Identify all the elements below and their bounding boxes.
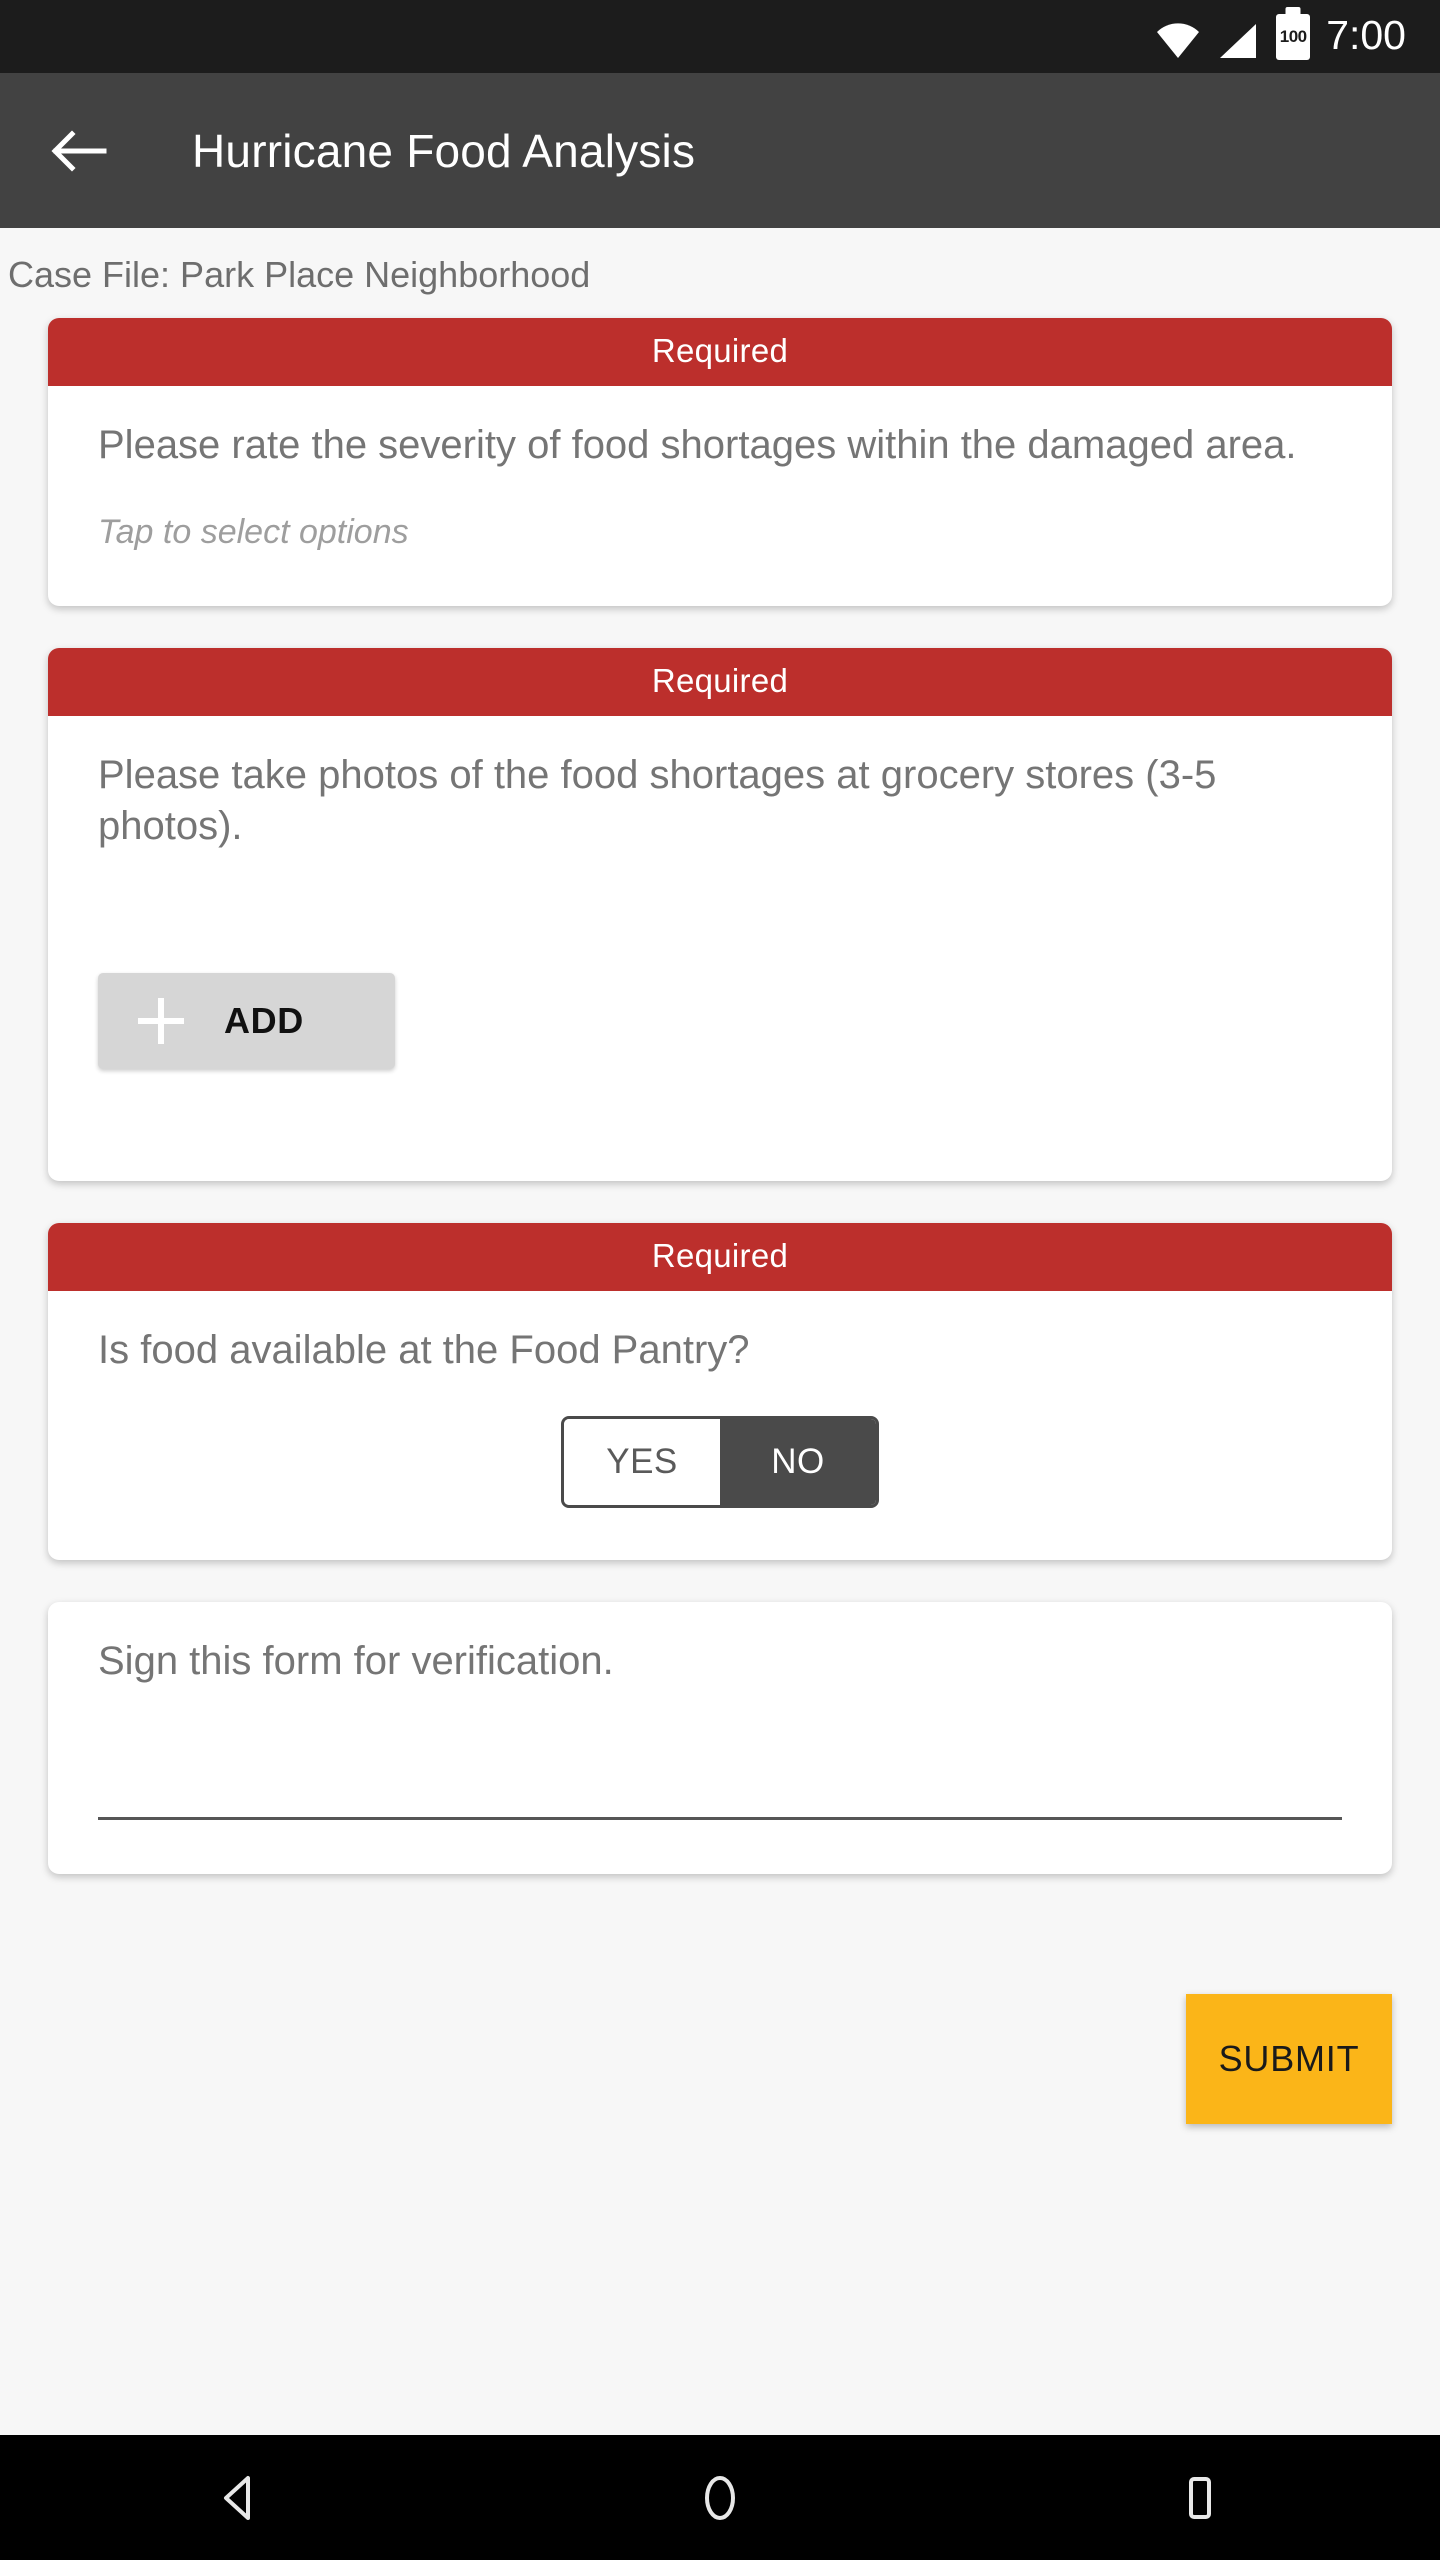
phone-screen: 100 7:00 Hurricane Food Analysis Case Fi…: [0, 0, 1440, 2560]
card-severity-rating[interactable]: Required Please rate the severity of foo…: [48, 318, 1392, 607]
status-bar-clock: 7:00: [1326, 11, 1406, 58]
question-text: Is food available at the Food Pantry?: [98, 1327, 750, 1372]
add-photo-label: ADD: [224, 999, 304, 1041]
question-text: Please rate the severity of food shortag…: [98, 423, 1297, 467]
form-content: Required Please rate the severity of foo…: [0, 318, 1440, 1874]
required-badge: Required: [48, 1222, 1392, 1291]
required-badge: Required: [48, 648, 1392, 717]
card-body: Sign this form for verification.: [48, 1602, 1392, 1874]
status-bar-icons: 100: [1156, 13, 1311, 60]
toggle-option-no[interactable]: NO: [720, 1418, 876, 1505]
card-body: Please take photos of the food shortages…: [48, 716, 1392, 1180]
plus-icon: [132, 992, 190, 1050]
card-signature: Sign this form for verification.: [48, 1601, 1392, 1874]
question-text: Sign this form for verification.: [98, 1638, 614, 1683]
submit-button[interactable]: SUBMIT: [1186, 1993, 1392, 2124]
submit-row: SUBMIT: [0, 1993, 1440, 2124]
nav-home-circle-icon[interactable]: [640, 2435, 800, 2560]
app-bar: Hurricane Food Analysis: [0, 73, 1440, 228]
back-arrow-icon[interactable]: [48, 120, 110, 182]
android-nav-bar: [0, 2435, 1440, 2560]
card-food-pantry: Required Is food available at the Food P…: [48, 1222, 1392, 1560]
battery-icon: 100: [1276, 13, 1311, 60]
signature-line[interactable]: [98, 1816, 1342, 1820]
status-bar: 100 7:00: [0, 0, 1440, 73]
yes-no-toggle-wrap: YES NO: [98, 1415, 1342, 1508]
battery-level-label: 100: [1279, 27, 1307, 46]
cellular-signal-icon: [1218, 22, 1258, 60]
nav-recents-square-icon[interactable]: [1120, 2435, 1280, 2560]
required-badge: Required: [48, 318, 1392, 386]
card-photo-upload: Required Please take photos of the food …: [48, 648, 1392, 1181]
select-options-hint[interactable]: Tap to select options: [98, 513, 1342, 552]
card-body: Please rate the severity of food shortag…: [48, 386, 1392, 606]
photo-list-empty-area: [98, 1069, 1342, 1139]
card-body: Is food available at the Food Pantry? YE…: [48, 1291, 1392, 1560]
nav-back-triangle-icon[interactable]: [160, 2435, 320, 2560]
yes-no-toggle[interactable]: YES NO: [561, 1415, 879, 1508]
add-photo-button[interactable]: ADD: [98, 972, 395, 1069]
toggle-option-yes[interactable]: YES: [564, 1418, 720, 1505]
wifi-icon: [1156, 22, 1200, 60]
page-title: Hurricane Food Analysis: [192, 124, 696, 177]
case-file-subtitle: Case File: Park Place Neighborhood: [0, 228, 1440, 318]
question-text: Please take photos of the food shortages…: [98, 753, 1217, 849]
